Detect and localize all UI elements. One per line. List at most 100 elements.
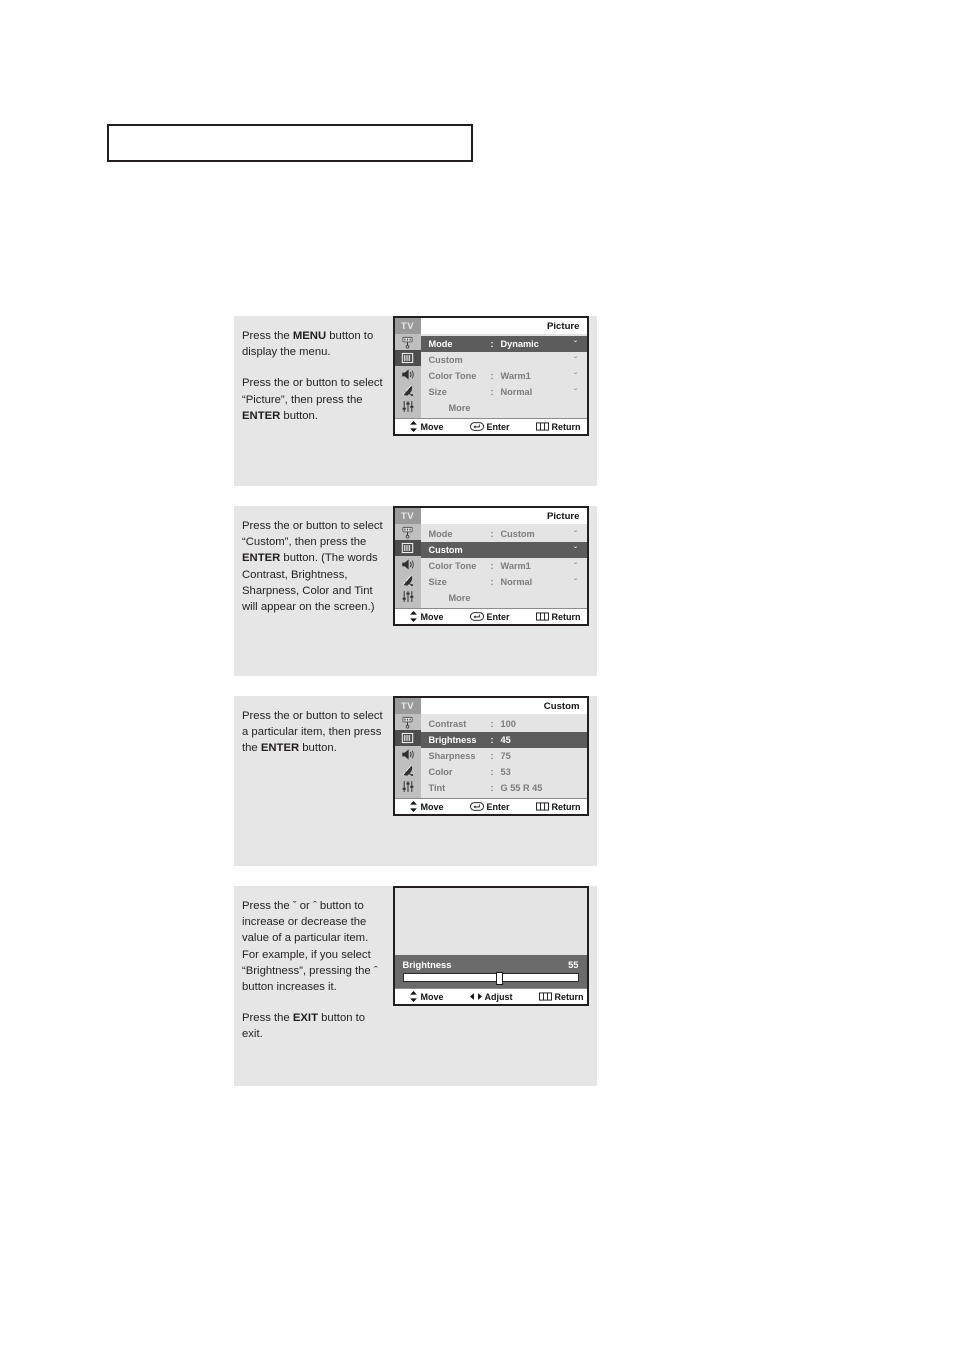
menu-bars-icon	[535, 612, 549, 621]
osd-sidebar-input-jack-icon[interactable]	[395, 334, 421, 350]
enter-key-icon	[469, 802, 484, 811]
osd-sidebar-input-jack-icon[interactable]	[395, 714, 421, 730]
osd-footer-item: Return	[535, 612, 581, 622]
instruction-text: Press the ˇ or ˆ button to increase or d…	[234, 886, 384, 1043]
osd-footer-bar: Move Enter Return	[394, 418, 587, 434]
osd-menu-row[interactable]: Tint : G 55 R 45	[421, 780, 587, 796]
chevron-down-icon[interactable]: ˇ	[570, 372, 582, 381]
body-text: Press the	[242, 330, 293, 342]
osd-footer-label: Enter	[486, 421, 510, 432]
menu-bars-icon	[535, 612, 549, 621]
osd-row-list: Mode : Dynamic ˇ Custom ˇ Color Tone : W…	[420, 334, 587, 418]
osd-row-value: 53	[500, 767, 511, 777]
osd-menu-row[interactable]: Contrast : 100	[421, 716, 587, 732]
osd-menu-row[interactable]: Size : Normal ˇ	[421, 574, 587, 590]
osd-footer-item: Move	[409, 991, 444, 1002]
input-jack-icon	[402, 336, 413, 349]
osd-footer-bar: Move Enter Return	[394, 798, 587, 814]
osd-menu-row[interactable]: More	[421, 590, 587, 606]
slider-handle[interactable]	[495, 972, 503, 985]
osd-menu-row[interactable]: Color Tone : Warm1 ˇ	[421, 558, 587, 574]
updown-arrows-icon	[409, 991, 418, 1002]
emphasis-text: EXIT	[292, 1012, 318, 1025]
osd-sidebar-channel-satellite-dish-icon[interactable]	[395, 762, 421, 778]
menu-bars-icon	[535, 802, 549, 811]
osd-sidebar-input-jack-icon[interactable]	[395, 524, 421, 540]
osd-row-value: Normal	[500, 387, 533, 397]
osd-menu-row[interactable]: Size : Normal ˇ	[421, 384, 587, 400]
chevron-down-icon[interactable]: ˇ	[570, 562, 582, 571]
osd-menu-row[interactable]: Custom ˇ	[421, 352, 587, 368]
osd-footer-label: Return	[551, 801, 581, 812]
osd-footer-item: Move	[409, 801, 444, 812]
osd-sidebar-setup-sliders-icon[interactable]	[395, 588, 421, 604]
osd-sidebar-picture-screen-icon[interactable]	[394, 730, 421, 746]
osd-menu-row[interactable]: Sharpness : 75	[421, 748, 587, 764]
input-jack-icon	[402, 716, 413, 729]
instruction-text: Press the or button to select a particul…	[234, 696, 384, 757]
leftright-arrows-icon	[469, 992, 482, 1001]
osd-footer-item: Return	[538, 992, 584, 1002]
instruction-paragraph: Press the or button to select a particul…	[242, 708, 384, 757]
osd-sidebar-channel-satellite-dish-icon[interactable]	[395, 572, 421, 588]
osd-container: TV Picture	[384, 316, 597, 436]
brightness-slider-box: Brightness 55	[394, 955, 587, 988]
osd-menu-row[interactable]: Brightness : 45	[420, 732, 587, 748]
osd-menu-row[interactable]: Color Tone : Warm1 ˇ	[421, 368, 587, 384]
osd-row-value: Warm1	[500, 371, 531, 381]
instruction-panel: Press the MENU button to display the men…	[234, 316, 597, 486]
chevron-down-icon[interactable]: ˇ	[570, 356, 582, 365]
osd-row-colon: :	[490, 751, 494, 761]
osd-menu-row[interactable]: Custom ˇ	[420, 542, 587, 558]
osd-tv-badge: TV	[394, 698, 421, 714]
osd-row-label: Mode	[428, 339, 453, 349]
osd-footer-bar: Move Enter Return	[394, 608, 587, 624]
emphasis-text: MENU	[292, 330, 327, 342]
osd-sidebar-sound-speaker-icon[interactable]	[395, 746, 421, 762]
osd-row-colon: :	[490, 735, 494, 745]
osd-sidebar-setup-sliders-icon[interactable]	[395, 778, 421, 794]
osd-footer-label: Enter	[486, 611, 510, 622]
osd-row-label: Contrast	[428, 719, 467, 729]
osd-footer-label: Move	[420, 611, 444, 622]
osd-row-value: 45	[500, 735, 511, 745]
body-text: or	[296, 900, 313, 912]
osd-row-label: More	[448, 403, 471, 413]
osd-row-label: Color Tone	[428, 371, 477, 381]
osd-row-list: Contrast : 100 Brightness : 45 Sharpness…	[420, 714, 587, 798]
osd-menu-row[interactable]: Color : 53	[421, 764, 587, 780]
osd-footer-item: Move	[409, 611, 444, 622]
osd-footer-label: Adjust	[484, 991, 513, 1002]
chevron-down-icon[interactable]: ˇ	[570, 388, 582, 397]
osd-sidebar-channel-satellite-dish-icon[interactable]	[395, 382, 421, 398]
osd-row-colon: :	[490, 767, 494, 777]
body-text: button.	[299, 742, 337, 755]
osd-row-list: Mode : Custom ˇ Custom ˇ Color Tone : Wa…	[420, 524, 587, 608]
sound-speaker-icon	[401, 558, 414, 570]
osd-menu-row[interactable]: More	[421, 400, 587, 416]
osd-row-value: Custom	[500, 529, 535, 539]
body-text: Press the	[242, 900, 293, 912]
osd-body: Mode : Custom ˇ Custom ˇ Color Tone : Wa…	[394, 524, 587, 608]
osd-row-value: Dynamic	[500, 339, 539, 349]
chevron-down-icon[interactable]: ˇ	[570, 546, 582, 555]
osd-menu-row[interactable]: Mode : Custom ˇ	[421, 526, 587, 542]
updown-arrows-icon	[409, 991, 417, 1002]
osd-menu-row[interactable]: Mode : Dynamic ˇ	[420, 336, 587, 352]
chevron-down-icon[interactable]: ˇ	[570, 340, 582, 349]
menu-bars-icon	[535, 422, 549, 431]
instruction-paragraph: Press the or button to select “Picture”,…	[242, 375, 384, 424]
osd-sidebar-picture-screen-icon[interactable]	[394, 350, 421, 366]
osd-sidebar-sound-speaker-icon[interactable]	[395, 366, 421, 382]
osd-sidebar	[394, 524, 421, 608]
slider-track[interactable]	[402, 972, 579, 985]
chevron-down-icon[interactable]: ˇ	[570, 578, 582, 587]
osd-sidebar-sound-speaker-icon[interactable]	[395, 556, 421, 572]
osd-row-label: Size	[428, 577, 447, 587]
chevron-down-icon[interactable]: ˇ	[570, 530, 582, 539]
osd-sidebar-setup-sliders-icon[interactable]	[395, 398, 421, 414]
osd-row-colon: :	[490, 561, 494, 571]
instruction-paragraph: Press the or button to select “Custom”, …	[242, 518, 384, 615]
osd-row-colon: :	[490, 339, 494, 349]
osd-sidebar-picture-screen-icon[interactable]	[394, 540, 421, 556]
